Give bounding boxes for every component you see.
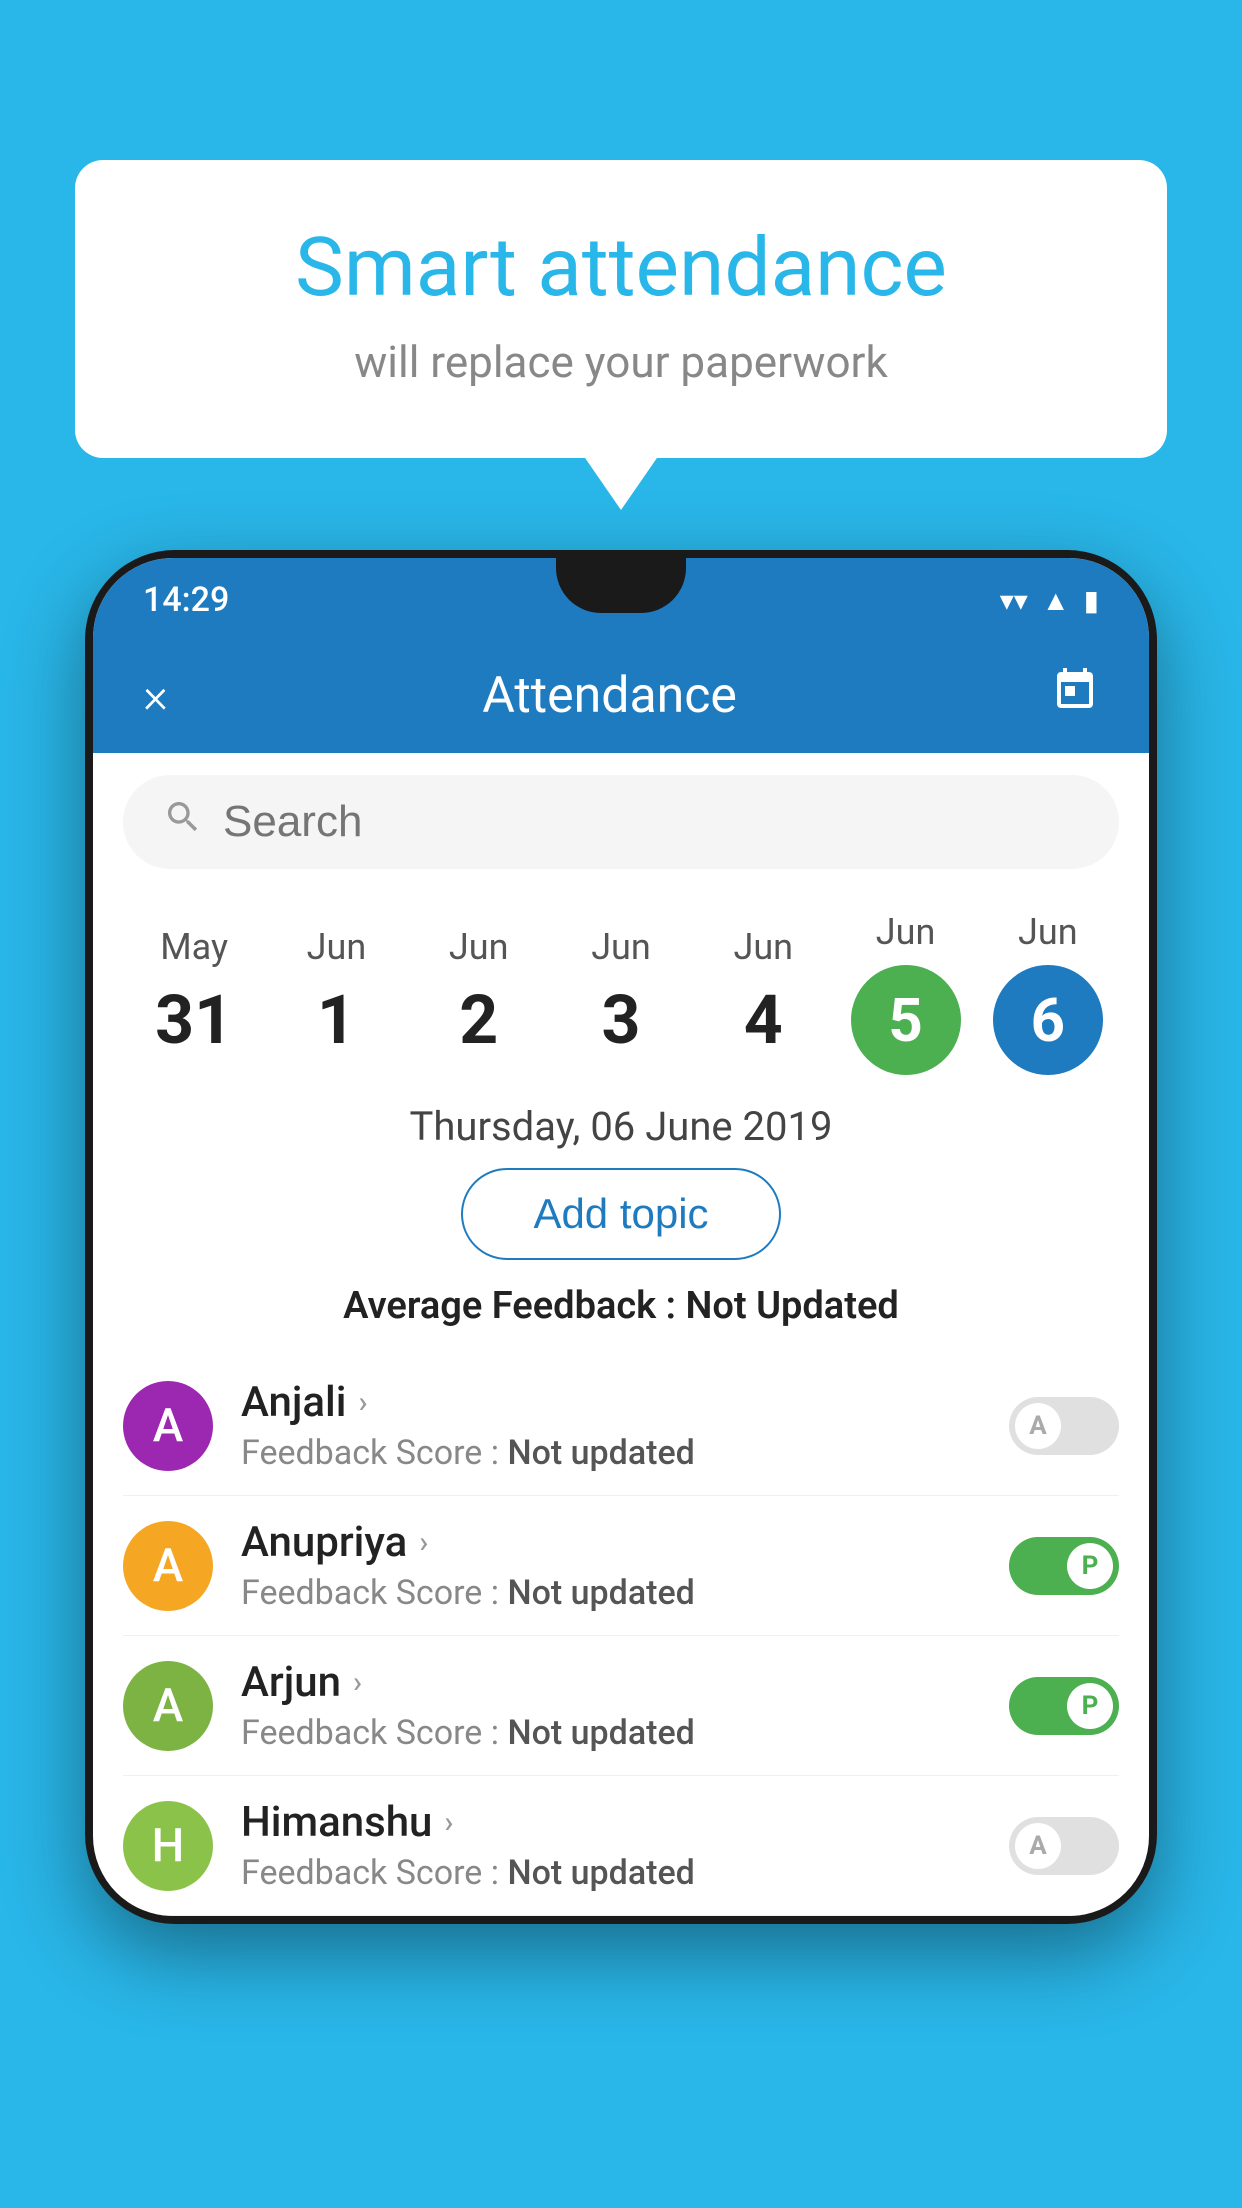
avatar: A	[123, 1661, 213, 1751]
student-feedback: Feedback Score : Not updated	[241, 1713, 981, 1753]
avg-feedback: Average Feedback : Not Updated	[93, 1284, 1149, 1328]
list-item[interactable]: A Anjali › Feedback Score : Not updated A	[123, 1356, 1119, 1496]
speech-bubble: Smart attendance will replace your paper…	[75, 160, 1167, 458]
attendance-toggle[interactable]: A	[1009, 1397, 1119, 1455]
app-bar-title: Attendance	[482, 667, 737, 725]
status-bar: 14:29 ▾▾ ▲ ▮	[93, 558, 1149, 638]
list-item[interactable]: A Anupriya › Feedback Score : Not updated P	[123, 1496, 1119, 1636]
attendance-toggle[interactable]: P	[1009, 1537, 1119, 1595]
date-month: Jun	[307, 926, 367, 968]
student-name: Himanshu ›	[241, 1798, 981, 1847]
student-info: Anjali › Feedback Score : Not updated	[241, 1378, 981, 1473]
status-time: 14:29	[143, 580, 229, 620]
date-month: May	[160, 926, 228, 968]
date-day: 6	[1031, 985, 1065, 1056]
close-button[interactable]: ×	[143, 667, 168, 724]
avg-feedback-label: Average Feedback :	[343, 1284, 676, 1328]
search-container[interactable]	[123, 775, 1119, 869]
phone-wrapper: 14:29 ▾▾ ▲ ▮ × Attendance	[85, 550, 1157, 2208]
date-col[interactable]: Jun 5	[846, 911, 966, 1075]
toggle-knob: P	[1067, 1683, 1113, 1729]
student-feedback: Feedback Score : Not updated	[241, 1853, 981, 1893]
date-col[interactable]: Jun 1	[276, 926, 396, 1060]
wifi-icon: ▾▾	[1000, 584, 1028, 617]
date-col[interactable]: Jun 4	[703, 926, 823, 1060]
student-info: Anupriya › Feedback Score : Not updated	[241, 1518, 981, 1613]
search-input[interactable]	[223, 797, 1079, 847]
student-list: AAnjali ›Feedback Score : Not updatedAAA…	[93, 1356, 1149, 1916]
date-col[interactable]: Jun 3	[561, 926, 681, 1060]
student-name: Arjun ›	[241, 1658, 981, 1707]
selected-date-header: Thursday, 06 June 2019	[93, 1075, 1149, 1168]
toggle-container[interactable]: P	[1009, 1677, 1119, 1735]
avatar: A	[123, 1381, 213, 1471]
chevron-icon: ›	[358, 1385, 367, 1420]
student-info: Arjun › Feedback Score : Not updated	[241, 1658, 981, 1753]
date-day: 3	[601, 980, 640, 1060]
toggle-knob: A	[1015, 1403, 1061, 1449]
list-item[interactable]: A Arjun › Feedback Score : Not updated P	[123, 1636, 1119, 1776]
list-item[interactable]: H Himanshu › Feedback Score : Not updated A	[123, 1776, 1119, 1916]
status-icons: ▾▾ ▲ ▮	[1000, 584, 1099, 617]
add-topic-button[interactable]: Add topic	[461, 1168, 780, 1260]
date-month: Jun	[876, 911, 936, 953]
student-name: Anupriya ›	[241, 1518, 981, 1567]
signal-icon: ▲	[1042, 584, 1070, 617]
date-day: 5	[888, 985, 922, 1056]
date-month: Jun	[733, 926, 793, 968]
phone-inner: 14:29 ▾▾ ▲ ▮ × Attendance	[93, 558, 1149, 1916]
date-month: Jun	[1018, 911, 1078, 953]
toggle-knob: P	[1067, 1543, 1113, 1589]
toggle-knob: A	[1015, 1823, 1061, 1869]
chevron-icon: ›	[419, 1525, 428, 1560]
bubble-subtitle: will replace your paperwork	[155, 336, 1087, 388]
chevron-icon: ›	[353, 1665, 362, 1700]
calendar-icon[interactable]	[1051, 666, 1099, 725]
search-icon	[163, 797, 203, 847]
student-feedback: Feedback Score : Not updated	[241, 1573, 981, 1613]
student-name: Anjali ›	[241, 1378, 981, 1427]
date-col[interactable]: Jun 2	[419, 926, 539, 1060]
student-info: Himanshu › Feedback Score : Not updated	[241, 1798, 981, 1893]
battery-icon: ▮	[1084, 584, 1099, 617]
avatar: H	[123, 1801, 213, 1891]
attendance-toggle[interactable]: P	[1009, 1677, 1119, 1735]
chevron-icon: ›	[444, 1805, 453, 1840]
date-day: 4	[744, 980, 783, 1060]
date-day: 2	[459, 980, 498, 1060]
student-feedback: Feedback Score : Not updated	[241, 1433, 981, 1473]
date-col[interactable]: Jun 6	[988, 911, 1108, 1075]
notch	[556, 558, 686, 613]
attendance-toggle[interactable]: A	[1009, 1817, 1119, 1875]
date-day: 31	[155, 980, 233, 1060]
bubble-title: Smart attendance	[155, 220, 1087, 316]
date-month: Jun	[591, 926, 651, 968]
toggle-container[interactable]: P	[1009, 1537, 1119, 1595]
avatar: A	[123, 1521, 213, 1611]
toggle-container[interactable]: A	[1009, 1817, 1119, 1875]
date-strip: May 31 Jun 1 Jun 2 Jun 3 Jun 4 Jun 5 Jun 6	[93, 891, 1149, 1075]
toggle-container[interactable]: A	[1009, 1397, 1119, 1455]
date-day: 1	[317, 980, 356, 1060]
date-col[interactable]: May 31	[134, 926, 254, 1060]
phone: 14:29 ▾▾ ▲ ▮ × Attendance	[85, 550, 1157, 1924]
avg-feedback-value: Not Updated	[685, 1284, 898, 1328]
app-bar: × Attendance	[93, 638, 1149, 753]
date-month: Jun	[449, 926, 509, 968]
